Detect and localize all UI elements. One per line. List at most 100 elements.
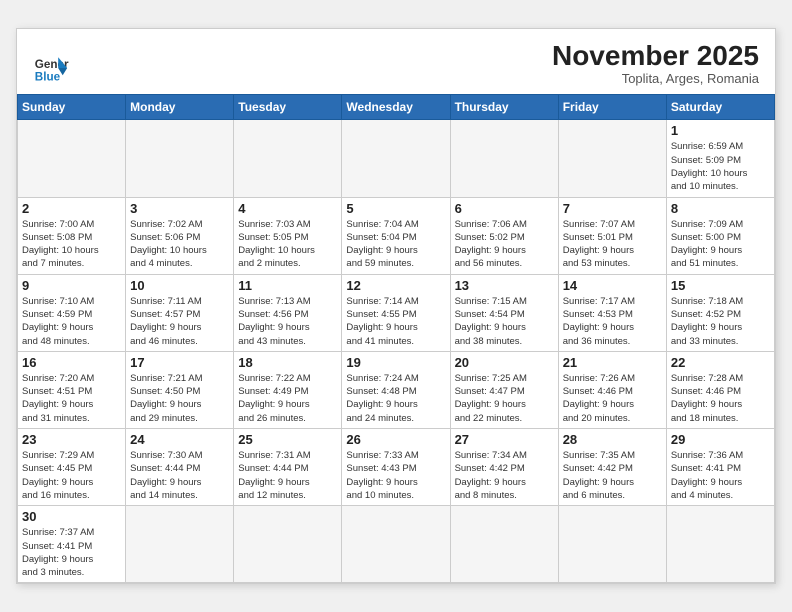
calendar-week-row: 2Sunrise: 7:00 AMSunset: 5:08 PMDaylight… [18, 197, 775, 274]
table-row: 26 Sunrise: 7:33 AMSunset: 4:43 PMDayligh… [342, 429, 450, 506]
calendar-week-row: 9 Sunrise: 7:10 AMSunset: 4:59 PMDaylight… [18, 274, 775, 351]
day-info: Sunrise: 7:25 AMSunset: 4:47 PMDaylight:… [455, 372, 554, 425]
table-row [234, 120, 342, 197]
day-info: Sunrise: 7:33 AMSunset: 4:43 PMDaylight:… [346, 449, 445, 502]
day-number: 12 [346, 278, 445, 293]
day-number: 26 [346, 432, 445, 447]
logo: General Blue [33, 50, 69, 86]
day-info: Sunrise: 7:14 AMSunset: 4:55 PMDaylight:… [346, 295, 445, 348]
weekday-header-row: Sunday Monday Tuesday Wednesday Thursday… [18, 95, 775, 120]
table-row [126, 120, 234, 197]
calendar-week-row: 16 Sunrise: 7:20 AMSunset: 4:51 PMDayligh… [18, 351, 775, 428]
day-number: 11 [238, 278, 337, 293]
table-row [450, 120, 558, 197]
table-row: 25Sunrise: 7:31 AMSunset: 4:44 PMDayligh… [234, 429, 342, 506]
table-row: 6Sunrise: 7:06 AMSunset: 5:02 PMDaylight… [450, 197, 558, 274]
day-info: Sunrise: 7:02 AMSunset: 5:06 PMDaylight:… [130, 218, 229, 271]
table-row: 20Sunrise: 7:25 AMSunset: 4:47 PMDayligh… [450, 351, 558, 428]
table-row [558, 120, 666, 197]
day-number: 30 [22, 509, 121, 524]
day-info: Sunrise: 7:37 AMSunset: 4:41 PMDaylight:… [22, 526, 121, 579]
table-row: 28 Sunrise: 7:35 AMSunset: 4:42 PMDayligh… [558, 429, 666, 506]
table-row: 19 Sunrise: 7:24 AMSunset: 4:48 PMDayligh… [342, 351, 450, 428]
day-number: 16 [22, 355, 121, 370]
title-block: November 2025 Toplita, Arges, Romania [552, 41, 759, 87]
day-number: 13 [455, 278, 554, 293]
day-info: Sunrise: 7:15 AMSunset: 4:54 PMDaylight:… [455, 295, 554, 348]
day-number: 9 [22, 278, 121, 293]
day-info: Sunrise: 7:29 AMSunset: 4:45 PMDaylight:… [22, 449, 121, 502]
svg-text:Blue: Blue [35, 71, 61, 84]
header-monday: Monday [126, 95, 234, 120]
day-info: Sunrise: 7:04 AMSunset: 5:04 PMDaylight:… [346, 218, 445, 271]
day-info: Sunrise: 7:20 AMSunset: 4:51 PMDaylight:… [22, 372, 121, 425]
calendar-week-row: 1 Sunrise: 6:59 AMSunset: 5:09 PMDaylight… [18, 120, 775, 197]
calendar-container: General Blue November 2025 Toplita, Arge… [16, 28, 776, 585]
day-info: Sunrise: 7:09 AMSunset: 5:00 PMDaylight:… [671, 218, 770, 271]
day-number: 19 [346, 355, 445, 370]
calendar-header: General Blue November 2025 Toplita, Arge… [17, 29, 775, 95]
day-info: Sunrise: 6:59 AMSunset: 5:09 PMDaylight:… [671, 140, 770, 193]
day-info: Sunrise: 7:00 AMSunset: 5:08 PMDaylight:… [22, 218, 121, 271]
table-row: 5 Sunrise: 7:04 AMSunset: 5:04 PMDaylight… [342, 197, 450, 274]
day-number: 5 [346, 201, 445, 216]
day-number: 6 [455, 201, 554, 216]
table-row: 24Sunrise: 7:30 AMSunset: 4:44 PMDayligh… [126, 429, 234, 506]
table-row: 22Sunrise: 7:28 AMSunset: 4:46 PMDayligh… [666, 351, 774, 428]
table-row: 18 Sunrise: 7:22 AMSunset: 4:49 PMDayligh… [234, 351, 342, 428]
day-info: Sunrise: 7:24 AMSunset: 4:48 PMDaylight:… [346, 372, 445, 425]
day-info: Sunrise: 7:22 AMSunset: 4:49 PMDaylight:… [238, 372, 337, 425]
table-row [126, 506, 234, 583]
table-row: 10Sunrise: 7:11 AMSunset: 4:57 PMDayligh… [126, 274, 234, 351]
calendar-week-row: 30 Sunrise: 7:37 AMSunset: 4:41 PMDayligh… [18, 506, 775, 583]
day-info: Sunrise: 7:26 AMSunset: 4:46 PMDaylight:… [563, 372, 662, 425]
header-sunday: Sunday [18, 95, 126, 120]
day-number: 1 [671, 123, 770, 138]
table-row: 3Sunrise: 7:02 AMSunset: 5:06 PMDaylight… [126, 197, 234, 274]
table-row [342, 506, 450, 583]
day-info: Sunrise: 7:21 AMSunset: 4:50 PMDaylight:… [130, 372, 229, 425]
table-row: 9 Sunrise: 7:10 AMSunset: 4:59 PMDaylight… [18, 274, 126, 351]
table-row: 30 Sunrise: 7:37 AMSunset: 4:41 PMDayligh… [18, 506, 126, 583]
day-info: Sunrise: 7:07 AMSunset: 5:01 PMDaylight:… [563, 218, 662, 271]
day-number: 7 [563, 201, 662, 216]
table-row [558, 506, 666, 583]
day-info: Sunrise: 7:03 AMSunset: 5:05 PMDaylight:… [238, 218, 337, 271]
day-number: 14 [563, 278, 662, 293]
day-info: Sunrise: 7:18 AMSunset: 4:52 PMDaylight:… [671, 295, 770, 348]
table-row: 14Sunrise: 7:17 AMSunset: 4:53 PMDayligh… [558, 274, 666, 351]
day-number: 17 [130, 355, 229, 370]
table-row [18, 120, 126, 197]
table-row [666, 506, 774, 583]
table-row: 2Sunrise: 7:00 AMSunset: 5:08 PMDaylight… [18, 197, 126, 274]
table-row: 13 Sunrise: 7:15 AMSunset: 4:54 PMDayligh… [450, 274, 558, 351]
table-row: 1 Sunrise: 6:59 AMSunset: 5:09 PMDaylight… [666, 120, 774, 197]
day-info: Sunrise: 7:36 AMSunset: 4:41 PMDaylight:… [671, 449, 770, 502]
day-info: Sunrise: 7:31 AMSunset: 4:44 PMDaylight:… [238, 449, 337, 502]
header-wednesday: Wednesday [342, 95, 450, 120]
table-row: 7 Sunrise: 7:07 AMSunset: 5:01 PMDaylight… [558, 197, 666, 274]
day-number: 18 [238, 355, 337, 370]
day-info: Sunrise: 7:35 AMSunset: 4:42 PMDaylight:… [563, 449, 662, 502]
table-row: 16 Sunrise: 7:20 AMSunset: 4:51 PMDayligh… [18, 351, 126, 428]
day-number: 22 [671, 355, 770, 370]
day-info: Sunrise: 7:10 AMSunset: 4:59 PMDaylight:… [22, 295, 121, 348]
header-saturday: Saturday [666, 95, 774, 120]
day-number: 15 [671, 278, 770, 293]
table-row: 21 Sunrise: 7:26 AMSunset: 4:46 PMDayligh… [558, 351, 666, 428]
calendar-week-row: 23 Sunrise: 7:29 AMSunset: 4:45 PMDayligh… [18, 429, 775, 506]
header-friday: Friday [558, 95, 666, 120]
table-row: 17 Sunrise: 7:21 AMSunset: 4:50 PMDayligh… [126, 351, 234, 428]
day-info: Sunrise: 7:34 AMSunset: 4:42 PMDaylight:… [455, 449, 554, 502]
day-number: 4 [238, 201, 337, 216]
day-number: 23 [22, 432, 121, 447]
day-number: 28 [563, 432, 662, 447]
logo-icon: General Blue [33, 50, 69, 86]
day-number: 21 [563, 355, 662, 370]
table-row: 29Sunrise: 7:36 AMSunset: 4:41 PMDayligh… [666, 429, 774, 506]
month-title: November 2025 [552, 41, 759, 72]
header-thursday: Thursday [450, 95, 558, 120]
table-row [450, 506, 558, 583]
table-row: 8Sunrise: 7:09 AMSunset: 5:00 PMDaylight… [666, 197, 774, 274]
table-row [342, 120, 450, 197]
